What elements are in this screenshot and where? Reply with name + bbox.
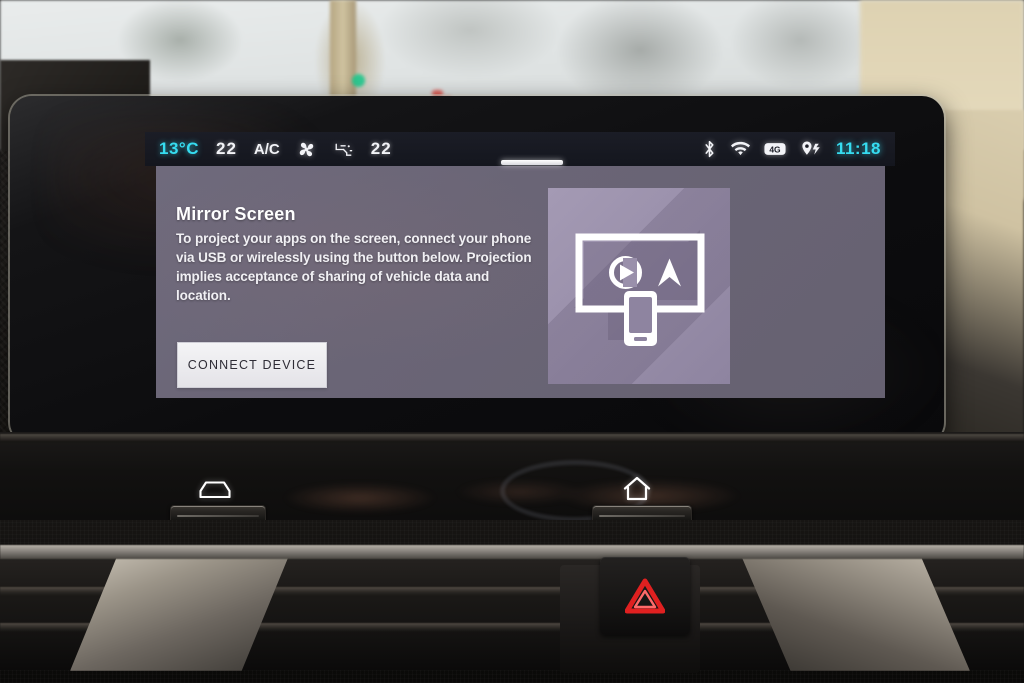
panel-text-content: Mirror Screen To project your apps on th… (176, 204, 556, 306)
airflow-direction-icon[interactable] (333, 140, 354, 159)
traffic-light-green (352, 74, 365, 87)
outside-temperature: 13°C (159, 139, 199, 158)
infotainment-screen[interactable]: 13°C 22 A/C 22 4G 11:18 Mirror Screen To… (10, 96, 944, 444)
gloss-panel-trim (0, 434, 1024, 442)
windshield-pillar (330, 0, 356, 105)
air-vent-assembly (0, 545, 1024, 683)
smartphone-icon (624, 291, 657, 346)
car-icon (198, 478, 232, 505)
connect-device-button-label: CONNECT DEVICE (187, 358, 317, 372)
page-title: Mirror Screen (176, 204, 296, 224)
location-eco-icon[interactable] (800, 140, 822, 158)
clock: 11:18 (835, 139, 881, 158)
page-indicator[interactable] (501, 160, 563, 165)
svg-text:4G: 4G (769, 145, 781, 155)
hazard-warning-button[interactable] (600, 557, 690, 635)
4g-signal-icon: 4G (764, 141, 786, 157)
driver-temperature-setting[interactable]: 22 (216, 139, 237, 159)
wifi-icon[interactable] (730, 141, 750, 157)
right-slider-line (599, 515, 685, 517)
connect-device-button[interactable]: CONNECT DEVICE (177, 342, 327, 388)
status-bar-climate-group: 13°C 22 A/C 22 (159, 139, 392, 159)
fan-icon[interactable] (297, 140, 316, 159)
passenger-temperature-setting[interactable]: 22 (371, 139, 392, 159)
bluetooth-icon[interactable] (702, 140, 717, 158)
vent-chrome-top-trim (0, 545, 1024, 559)
hazard-warning-triangle-icon (625, 578, 665, 614)
panel-description: To project your apps on the screen, conn… (176, 231, 532, 304)
status-bar-system-group: 4G 11:18 (702, 139, 881, 159)
home-icon (623, 476, 651, 507)
left-slider-line (177, 515, 259, 517)
ac-label[interactable]: A/C (254, 141, 280, 158)
car-interior-scene: 13°C 22 A/C 22 4G 11:18 Mirror Screen To… (0, 0, 1024, 683)
mirror-screen-illustration (548, 188, 730, 384)
mirror-screen-panel: Mirror Screen To project your apps on th… (156, 160, 885, 398)
